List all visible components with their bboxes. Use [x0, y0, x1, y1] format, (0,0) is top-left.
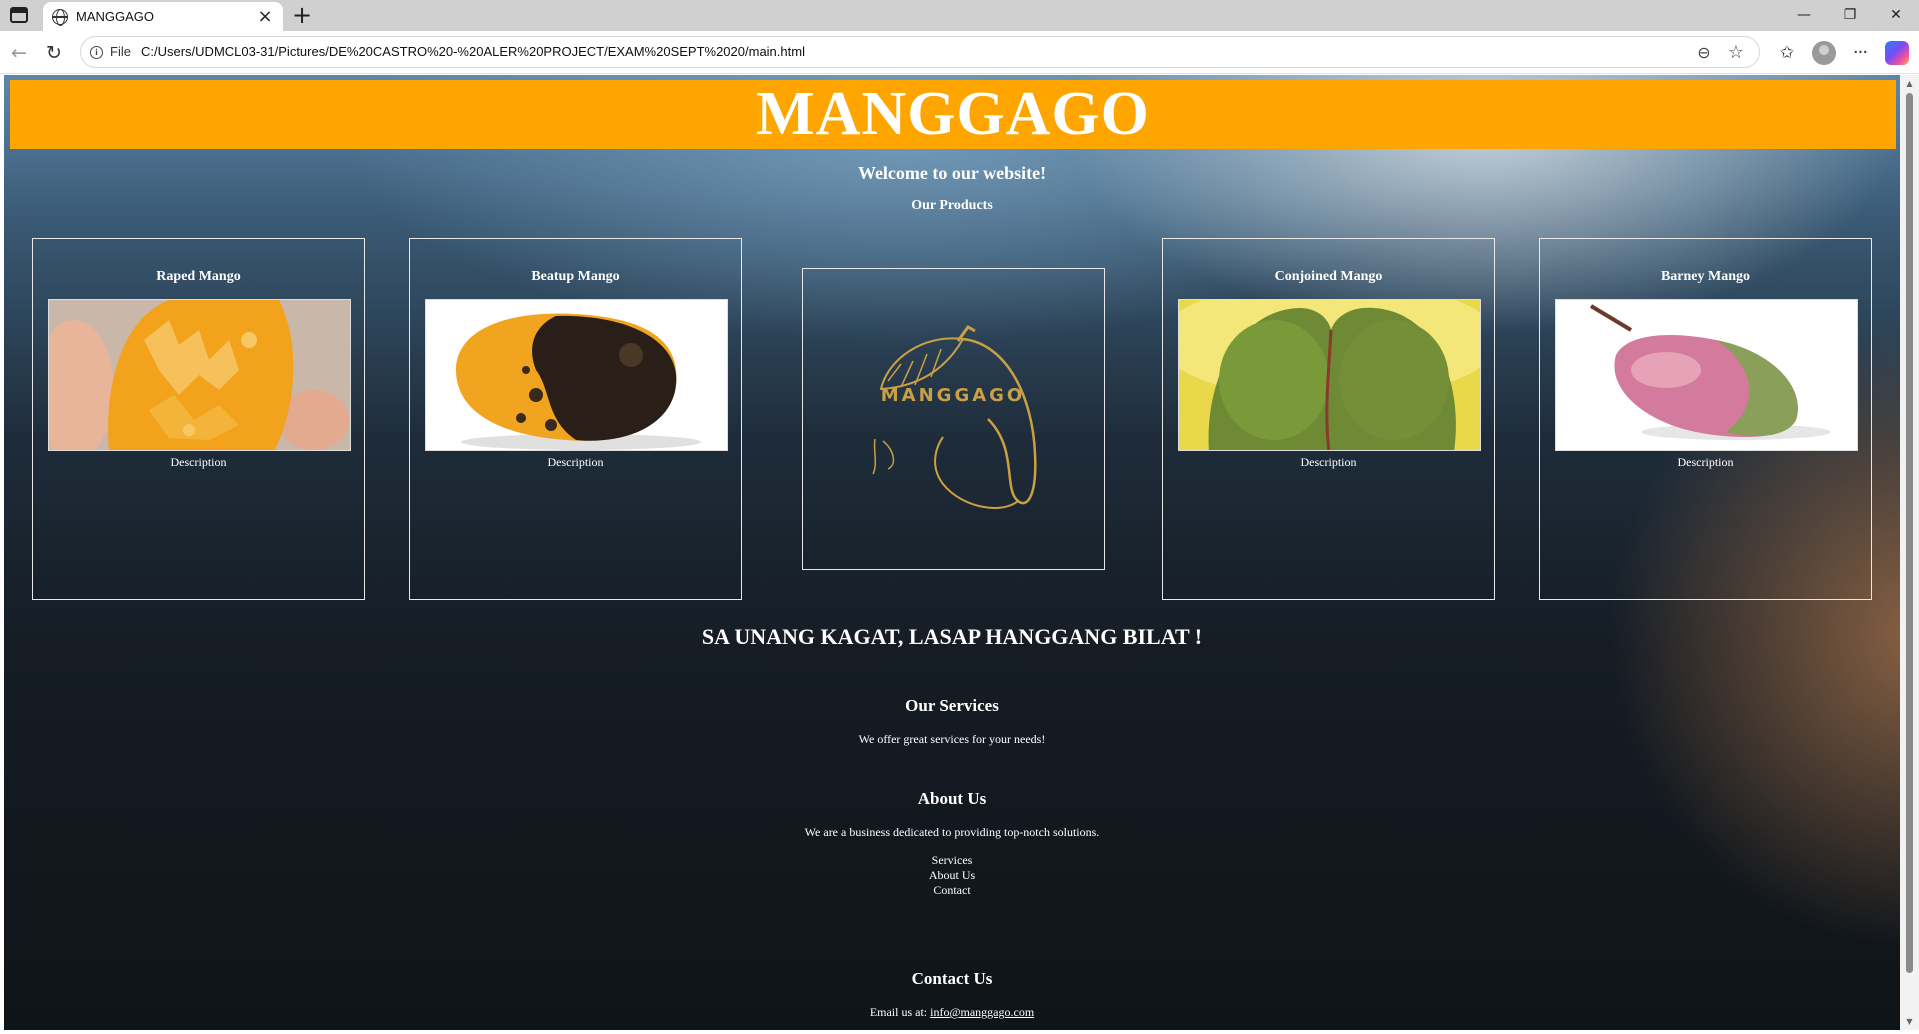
copilot-icon[interactable] [1885, 41, 1909, 65]
more-menu-icon[interactable]: ··· [1848, 41, 1872, 65]
tab-title: MANGGAGO [76, 9, 155, 24]
services-title: Our Services [905, 696, 999, 715]
footer-nav: Services About Us Contact [4, 853, 1900, 898]
globe-icon [52, 9, 68, 26]
product-description: Description [547, 455, 604, 469]
scroll-down-icon[interactable]: ▼ [1904, 1016, 1915, 1027]
product-card: Beatup Mango Description [409, 238, 742, 600]
browser-toolbar: ← ↻ i File C:/Users/UDMCL03-31/Pictures/… [0, 31, 1919, 74]
about-text: We are a business dedicated to providing… [804, 825, 1100, 839]
star-icon[interactable]: ☆ [1725, 42, 1747, 64]
restore-icon[interactable]: ❐ [1827, 0, 1873, 31]
brand-logo-box: MANGGAGO [802, 268, 1105, 570]
site-title: MANGGAGO [756, 80, 1150, 148]
new-tab-icon[interactable]: + [290, 3, 314, 27]
product-name: Barney Mango [1660, 269, 1751, 284]
product-image-barney-mango [1555, 299, 1858, 451]
profile-avatar-icon[interactable] [1812, 41, 1836, 65]
product-description: Description [170, 455, 227, 469]
back-arrow-icon[interactable]: ← [7, 41, 31, 65]
zoom-out-icon[interactable]: ⊖ [1693, 42, 1715, 64]
browser-tab-bar: MANGGAGO × + — ❐ ✕ [0, 0, 1919, 32]
scroll-up-icon[interactable]: ▲ [1904, 78, 1915, 89]
product-name: Raped Mango [156, 269, 241, 284]
products-heading: Our Products [911, 198, 993, 213]
product-card: Conjoined Mango Description [1162, 238, 1495, 600]
email-prefix: Email us at: [869, 1005, 928, 1019]
tagline: SA UNANG KAGAT, LASAP HANGGANG BILAT ! [701, 624, 1203, 649]
url-text[interactable]: C:/Users/UDMCL03-31/Pictures/DE%20CASTRO… [141, 44, 805, 59]
product-image-beatup-mango [425, 299, 728, 451]
footer-link-about[interactable]: About Us [4, 868, 1900, 883]
services-text: We offer great services for your needs! [858, 732, 1046, 746]
scrollbar-thumb[interactable] [1906, 93, 1913, 973]
browser-tab[interactable]: MANGGAGO × [43, 2, 283, 32]
sidebar-toggle-icon[interactable] [10, 7, 28, 23]
product-description: Description [1677, 455, 1734, 469]
footer-link-contact[interactable]: Contact [4, 883, 1900, 898]
product-description: Description [1300, 455, 1357, 469]
contact-line: Email us at: info@manggago.com [4, 1005, 1900, 1020]
favorites-icon[interactable]: ✩ [1775, 41, 1799, 65]
info-icon[interactable]: i [90, 46, 103, 59]
contact-title: Contact Us [911, 969, 993, 988]
product-image-raped-mango [48, 299, 351, 451]
reload-icon[interactable]: ↻ [42, 41, 66, 65]
product-name: Conjoined Mango [1274, 269, 1383, 284]
product-card: Raped Mango Description [32, 238, 365, 600]
mango-logo-icon: MANGGAGO [872, 325, 1037, 509]
file-scheme-label: File [110, 44, 131, 59]
tab-close-icon[interactable]: × [255, 7, 275, 27]
footer-link-services[interactable]: Services [4, 853, 1900, 868]
page-viewport: MANGGAGO Welcome to our website! Our Pro… [4, 75, 1900, 1030]
minimize-icon[interactable]: — [1781, 0, 1827, 31]
window-controls: — ❐ ✕ [1781, 0, 1919, 31]
welcome-heading: Welcome to our website! [857, 163, 1047, 183]
logo-text: MANGGAGO [881, 385, 1025, 406]
page-scrollbar[interactable]: ▲ ▼ [1900, 75, 1919, 1030]
product-name: Beatup Mango [531, 269, 620, 284]
site-header: MANGGAGO [10, 80, 1896, 149]
close-window-icon[interactable]: ✕ [1873, 0, 1919, 31]
about-title: About Us [917, 789, 987, 808]
address-bar[interactable]: i File C:/Users/UDMCL03-31/Pictures/DE%2… [80, 36, 1760, 68]
product-card: Barney Mango Description [1539, 238, 1872, 600]
product-image-conjoined-mango [1178, 299, 1481, 451]
email-link[interactable]: info@manggago.com [930, 1005, 1034, 1019]
